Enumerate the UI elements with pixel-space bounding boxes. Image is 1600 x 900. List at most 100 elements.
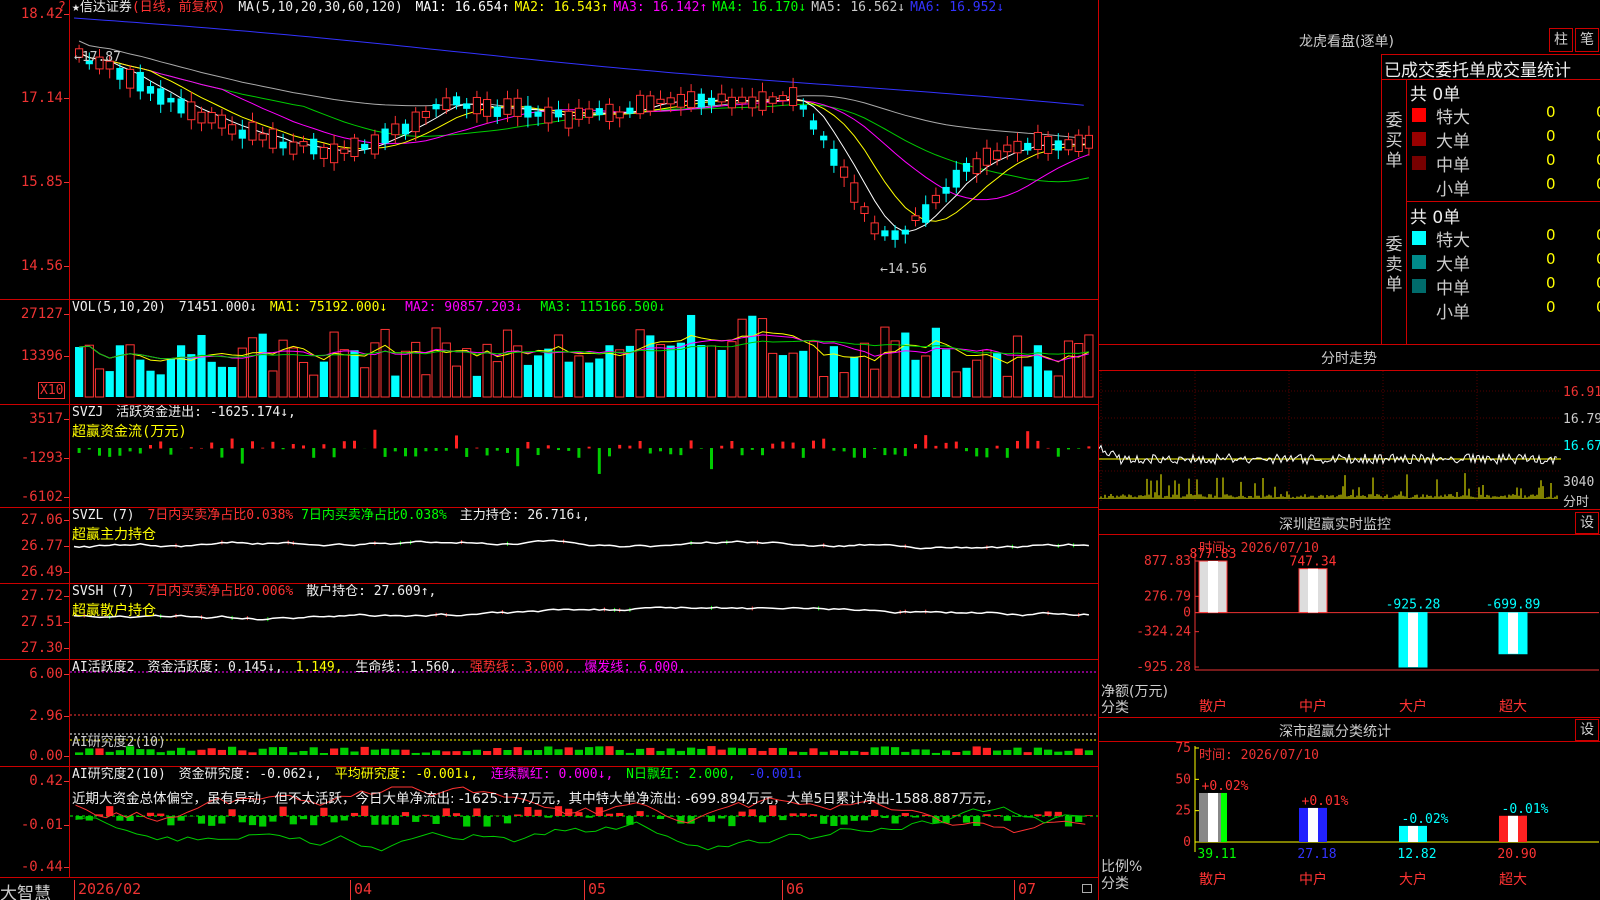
- candlestick-chart[interactable]: [0, 0, 1098, 300]
- monitor-bar-highlight: [1308, 568, 1318, 613]
- activity-bar: [411, 752, 420, 755]
- activity-bar: [370, 749, 379, 755]
- app-logo[interactable]: 大智慧: [0, 879, 51, 900]
- flow-bar-in: [189, 447, 193, 449]
- volume-bar-up: [1074, 343, 1084, 398]
- candle-up: [615, 111, 624, 119]
- activity-bar: [819, 751, 828, 755]
- research-bar-down: [544, 816, 552, 818]
- candle-up: [503, 98, 512, 115]
- sz-class-xlabel: 分类: [1101, 876, 1129, 892]
- research-bar-up: [146, 812, 155, 816]
- flow-bar-in: [210, 442, 214, 449]
- monitor-ytick: 877.83: [1144, 554, 1191, 569]
- candle-down: [809, 120, 818, 130]
- sell-swatch-1: [1412, 255, 1426, 269]
- research-bar-down: [656, 816, 665, 820]
- volume-bar-down: [156, 374, 165, 397]
- volume-panel[interactable]: 27127 13396 X10 VOL(5,10,20) 71451.000↓ …: [0, 300, 1098, 405]
- flow-bar-out: [465, 448, 469, 457]
- retail-position-line: [73, 606, 1090, 621]
- sz-class-settings-button[interactable]: 设: [1575, 719, 1599, 741]
- class-value-label: 39.11: [1197, 847, 1236, 862]
- candle-up: [472, 96, 481, 115]
- activity-bar: [993, 750, 1002, 755]
- volume-bar-down: [177, 345, 186, 397]
- svzl-panel[interactable]: 27.06 26.77 26.49 SVZL (7) 7日内买卖净占比0.038…: [0, 508, 1098, 584]
- volume-bar-down: [962, 367, 971, 397]
- buy-label-3: 小单: [1436, 180, 1470, 200]
- candle-up: [319, 147, 328, 159]
- sz-monitor-title: 深圳超赢实时监控: [1279, 517, 1391, 533]
- volume-bar-down: [75, 346, 84, 397]
- candle-down: [922, 204, 930, 223]
- activity-bar: [442, 751, 451, 755]
- ma-legend-item: MA3: 16.142↑: [613, 0, 708, 15]
- volume-bar-up: [288, 347, 298, 398]
- flow-bar-in: [149, 445, 152, 449]
- volume-bar-up: [247, 337, 258, 398]
- bar-mode-button[interactable]: 柱: [1549, 28, 1573, 52]
- flow-bar-out: [312, 448, 316, 458]
- buy-pct-0: 0%: [1596, 103, 1600, 121]
- buy-count-2: 0: [1546, 151, 1556, 169]
- sz-monitor-settings-button[interactable]: 设: [1575, 512, 1599, 534]
- xtick-5: 07: [1014, 880, 1036, 900]
- candle-down: [381, 128, 389, 144]
- activity-bar: [636, 748, 645, 755]
- volume-bar-down: [472, 375, 481, 397]
- research-bar-down: [269, 816, 277, 822]
- volume-bar-down: [197, 334, 206, 397]
- activity-bar: [350, 751, 359, 755]
- flow-bar-in: [791, 442, 795, 449]
- class-category-label: 大户: [1399, 871, 1427, 888]
- research-bar-down: [881, 816, 889, 818]
- chart-mode[interactable]: (日线，前复权): [132, 0, 226, 15]
- pen-mode-button[interactable]: 笔: [1575, 28, 1599, 52]
- flow-bar-out: [240, 448, 244, 464]
- candle-up: [789, 87, 798, 107]
- candle-up: [758, 91, 767, 111]
- flow-bar-out: [577, 448, 581, 458]
- intraday-panel[interactable]: 16.91 16.79 16.67 3040 分时: [1098, 371, 1600, 510]
- flow-bar-in: [302, 445, 305, 449]
- ai1-label: AI活跃度2: [72, 660, 135, 675]
- volume-bar-up: [819, 376, 829, 398]
- candle-up: [676, 93, 685, 108]
- ai-activity-chart[interactable]: [0, 660, 1098, 767]
- research-bar-down: [299, 816, 308, 820]
- activity-bar: [1033, 747, 1042, 755]
- ai-research-panel[interactable]: 0.42 -0.01 -0.44 AI研究度2(10) 资金研究度: -0.06…: [0, 767, 1098, 877]
- activity-bar: [574, 749, 583, 755]
- research-bar-up: [871, 809, 879, 816]
- flow-bar-out: [332, 448, 336, 458]
- lock-icon[interactable]: [1082, 884, 1092, 893]
- candle-down: [707, 97, 716, 106]
- volume-bar-up: [870, 368, 880, 398]
- intraday-chart[interactable]: [1098, 371, 1600, 509]
- activity-bar: [258, 748, 267, 755]
- candle-down: [310, 138, 318, 155]
- ai-activity-panel[interactable]: 6.00 2.96 0.00 AI活跃度2 资金活跃度: 0.145↓, 1.1…: [0, 660, 1098, 767]
- sell-count-0: 0: [1546, 226, 1556, 244]
- ai-research-chart[interactable]: [0, 767, 1098, 877]
- volume-bar-up: [1002, 375, 1012, 398]
- activity-bar: [238, 750, 247, 755]
- candlestick-panel[interactable]: 18.42 17.14 15.85 14.56 ? ★信达证券(日线，前复权) …: [0, 0, 1098, 300]
- buy-total: 共 0单: [1410, 85, 1461, 105]
- research-bar-down: [911, 816, 920, 818]
- sell-label-1: 大单: [1436, 255, 1470, 275]
- stock-title[interactable]: ★信达证券: [72, 0, 132, 15]
- svzj-panel[interactable]: 3517 -1293 -6102 SVZJ 活跃资金进出: -1625.174↓…: [0, 405, 1098, 508]
- volume-bar-up: [1084, 334, 1094, 398]
- candle-up: [687, 91, 696, 108]
- research-bar-down: [718, 816, 726, 819]
- activity-bar: [809, 748, 818, 755]
- candle-down: [146, 86, 155, 94]
- flow-bar-out: [567, 448, 571, 451]
- volume-bar-down: [136, 359, 145, 397]
- activity-bar: [207, 748, 216, 755]
- volume-bar-up: [655, 344, 666, 398]
- svsh-panel[interactable]: 27.72 27.51 27.30 SVSH (7) 7日内买卖净占比0.006…: [0, 584, 1098, 660]
- candle-up: [207, 112, 216, 124]
